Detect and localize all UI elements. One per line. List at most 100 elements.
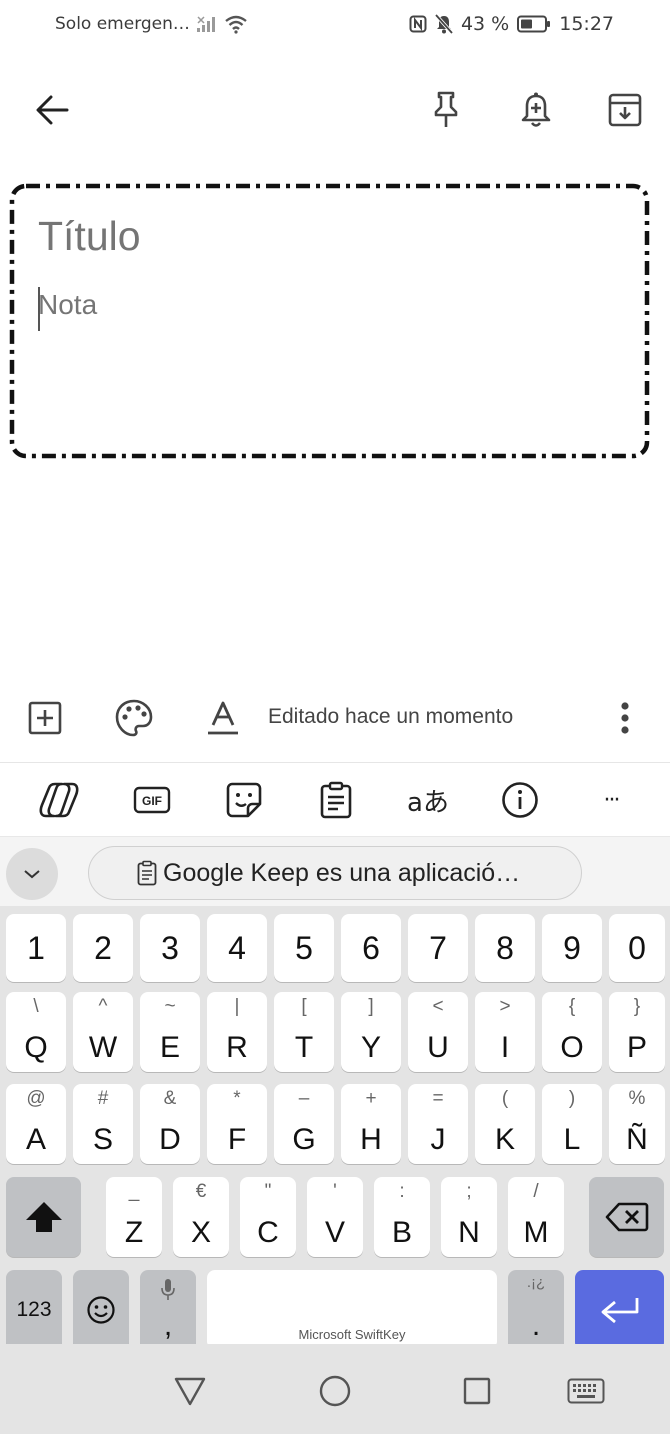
key-w[interactable]: ^ W	[73, 992, 133, 1072]
key-v[interactable]: ' V	[307, 1177, 363, 1257]
key-enye[interactable]: % Ñ	[609, 1084, 665, 1164]
key-7[interactable]: 7	[408, 914, 468, 982]
key-p[interactable]: } P	[609, 992, 665, 1072]
nav-back-triangle-icon	[174, 1377, 206, 1406]
numbers-key-label: 123	[16, 1298, 52, 1321]
key-g[interactable]: – G	[274, 1084, 334, 1164]
reminder-button[interactable]	[508, 80, 564, 140]
key-x[interactable]: € X	[173, 1177, 229, 1257]
nav-recents-square-icon	[463, 1377, 491, 1405]
space-key[interactable]: Microsoft SwiftKey	[207, 1270, 497, 1350]
key-s[interactable]: # S	[73, 1084, 133, 1164]
system-navigation-bar	[0, 1344, 670, 1434]
clock: 15:27	[559, 13, 614, 35]
gif-button[interactable]: GIF	[124, 777, 180, 823]
key-l[interactable]: ) L	[542, 1084, 602, 1164]
keyboard-toolbar: GIF aあ ···	[0, 762, 670, 836]
key-5[interactable]: 5	[274, 914, 334, 982]
top-app-bar	[0, 80, 670, 140]
key-3[interactable]: 3	[140, 914, 200, 982]
key-2[interactable]: 2	[73, 914, 133, 982]
backspace-icon	[605, 1202, 648, 1232]
key-t[interactable]: [T	[274, 992, 334, 1072]
copilot-button[interactable]	[31, 777, 87, 823]
key-0[interactable]: 0	[609, 914, 665, 982]
backspace-key[interactable]	[589, 1177, 664, 1257]
nav-recents-button[interactable]	[447, 1366, 507, 1416]
key-1[interactable]: 1	[6, 914, 66, 982]
key-y[interactable]: ] Y	[341, 992, 401, 1072]
note-title-input[interactable]	[38, 213, 628, 260]
status-right: 43 % 15:27	[409, 13, 614, 35]
key-u[interactable]: < U	[408, 992, 468, 1072]
comma-key[interactable]: ,	[140, 1270, 196, 1350]
microphone-icon	[161, 1279, 175, 1300]
text-format-icon	[208, 701, 238, 735]
status-left: Solo emergen…	[55, 14, 248, 34]
key-a[interactable]: @ A	[6, 1084, 66, 1164]
key-j[interactable]: = J	[408, 1084, 468, 1164]
archive-button[interactable]	[597, 80, 653, 140]
chevron-down-icon	[24, 870, 40, 879]
numbers-key[interactable]: 123	[6, 1270, 62, 1350]
signal-off-icon	[196, 15, 218, 33]
key-o[interactable]: {O	[542, 992, 602, 1072]
emoji-icon	[87, 1296, 115, 1324]
key-k[interactable]: (K	[475, 1084, 535, 1164]
shift-icon	[25, 1202, 62, 1232]
note-more-options-button[interactable]	[597, 688, 653, 748]
sticker-button[interactable]	[216, 777, 272, 823]
gif-icon: GIF	[133, 786, 171, 814]
key-c[interactable]: " C	[240, 1177, 296, 1257]
key-z[interactable]: _ Z	[106, 1177, 162, 1257]
key-n[interactable]: ; N	[441, 1177, 497, 1257]
note-body-input[interactable]	[38, 289, 628, 321]
key-h[interactable]: + H	[341, 1084, 401, 1164]
text-format-button[interactable]	[195, 688, 251, 748]
key-m[interactable]: / M	[508, 1177, 564, 1257]
translate-button[interactable]: aあ	[400, 777, 456, 823]
key-8[interactable]: 8	[475, 914, 535, 982]
key-f[interactable]: * F	[207, 1084, 267, 1164]
color-palette-button[interactable]	[106, 688, 162, 748]
archive-icon	[608, 93, 642, 127]
key-4[interactable]: 4	[207, 914, 267, 982]
shift-key[interactable]	[6, 1177, 81, 1257]
nav-back-button[interactable]	[160, 1366, 220, 1416]
enter-icon	[601, 1298, 638, 1324]
battery-icon	[517, 15, 551, 33]
emoji-key[interactable]	[73, 1270, 129, 1350]
key-6[interactable]: 6	[341, 914, 401, 982]
key-d[interactable]: & D	[140, 1084, 200, 1164]
add-box-button[interactable]	[17, 688, 73, 748]
key-b[interactable]: :B	[374, 1177, 430, 1257]
copilot-icon	[39, 782, 79, 818]
battery-percent: 43 %	[460, 13, 510, 35]
add-box-icon	[28, 701, 62, 735]
nav-home-button[interactable]	[305, 1366, 365, 1416]
translate-icon: aあ	[407, 787, 449, 818]
enter-key[interactable]	[575, 1270, 664, 1350]
back-button[interactable]	[24, 80, 80, 140]
nav-home-circle-icon	[319, 1375, 351, 1407]
wifi-icon	[224, 14, 248, 34]
info-button[interactable]	[492, 777, 548, 823]
gif-label: GIF	[142, 794, 162, 808]
key-q[interactable]: \ Q	[6, 992, 66, 1072]
clipboard-button[interactable]	[308, 777, 364, 823]
clipboard-suggestion-chip[interactable]: Google Keep es una aplicació…	[88, 846, 582, 900]
nav-keyboard-button[interactable]	[556, 1366, 616, 1416]
comma-label: ,	[163, 1309, 173, 1342]
period-key[interactable]: .¡¿ .	[508, 1270, 564, 1350]
key-9[interactable]: 9	[542, 914, 602, 982]
key-r[interactable]: | R	[207, 992, 267, 1072]
pin-button[interactable]	[418, 80, 474, 140]
mute-bell-icon	[434, 14, 453, 34]
sticker-icon	[226, 782, 262, 818]
keyboard-more-button[interactable]: ···	[583, 777, 639, 823]
keyboard-keys: 1 2 3 4 5 6 7 8 9 0 \ Q ^ W ~ E | R [T ] Y < U…	[0, 906, 670, 1350]
collapse-toolbar-button[interactable]	[6, 848, 58, 900]
text-caret	[38, 287, 40, 331]
key-i[interactable]: > I	[475, 992, 535, 1072]
key-e[interactable]: ~ E	[140, 992, 200, 1072]
